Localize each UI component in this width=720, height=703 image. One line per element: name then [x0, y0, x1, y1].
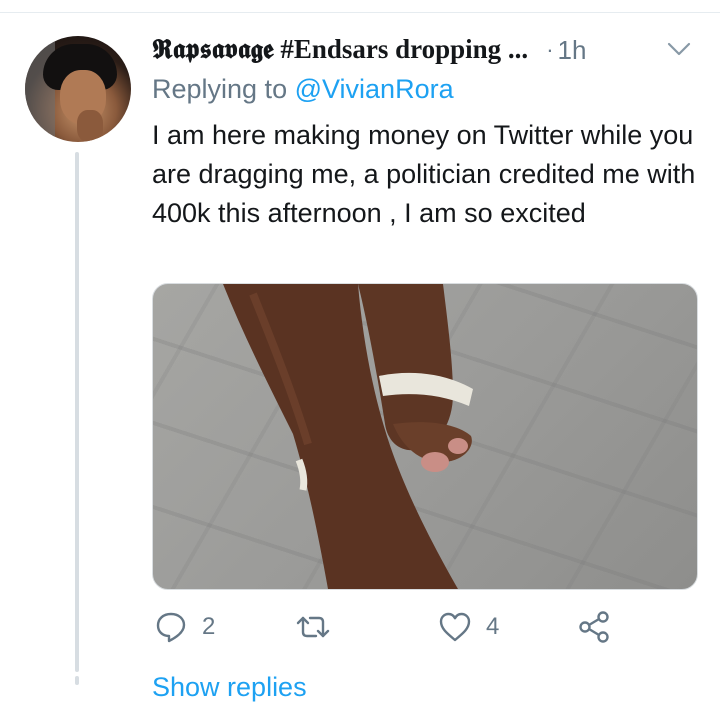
display-name[interactable]: 𝕽𝖆𝖕𝖘𝖆𝖛𝖆𝖌𝖊 #Endsars dropping ...: [152, 34, 528, 66]
avatar-background: [25, 36, 55, 142]
chevron-down-icon[interactable]: [667, 41, 691, 57]
reply-handle-link[interactable]: @VivianRora: [295, 74, 454, 104]
show-replies-link[interactable]: Show replies: [152, 672, 307, 703]
like-button[interactable]: 4: [438, 610, 499, 644]
thread-line: [75, 152, 79, 672]
avatar[interactable]: [25, 36, 131, 142]
like-count: 4: [486, 613, 500, 640]
timestamp[interactable]: 1h: [558, 35, 587, 66]
heart-icon: [439, 612, 471, 642]
photo-illustration: [223, 284, 473, 589]
tweet-actions: 2 4: [152, 610, 697, 650]
reply-icon: [156, 612, 186, 643]
reply-count: 2: [202, 613, 216, 640]
share-button[interactable]: [577, 610, 611, 644]
top-divider: [0, 12, 720, 13]
avatar-hand: [77, 110, 103, 142]
thread-continuation: [75, 676, 79, 685]
tweet-header: 𝕽𝖆𝖕𝖘𝖆𝖛𝖆𝖌𝖊 #Endsars dropping ... · 1h: [152, 33, 697, 67]
share-icon: [579, 611, 609, 643]
tweet-media-image[interactable]: [152, 283, 698, 590]
retweet-icon: [296, 616, 330, 638]
replying-to-label: Replying to: [152, 74, 288, 104]
time-separator: ·: [546, 37, 554, 62]
reply-button[interactable]: 2: [154, 610, 215, 644]
replying-to: Replying to @VivianRora: [152, 74, 454, 105]
retweet-button[interactable]: [296, 610, 344, 644]
tweet-text: I am here making money on Twitter while …: [152, 120, 696, 228]
